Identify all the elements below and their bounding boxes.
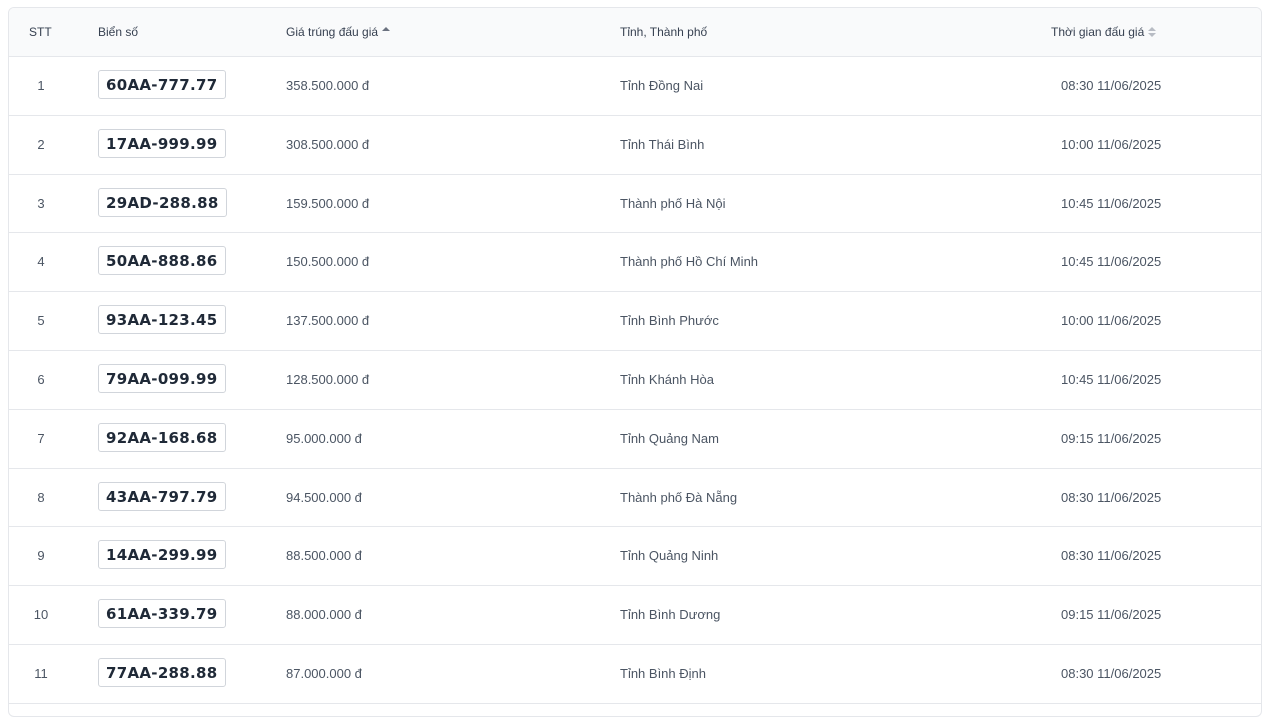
- auction-results-table: STT Biển số Giá trúng đấu giá Tỉnh, Thàn…: [8, 7, 1262, 717]
- license-plate-badge: 79AA-099.99: [98, 363, 226, 393]
- cell-province: Tỉnh Thái Bình: [620, 136, 705, 152]
- table-header: STT Biển số Giá trúng đấu giá Tỉnh, Thàn…: [9, 8, 1261, 57]
- cell-plate: 43AA-797.79: [98, 481, 226, 511]
- cell-price: 159.500.000 đ: [286, 195, 370, 211]
- cell-stt: 10: [33, 607, 49, 623]
- cell-time: 08:30 11/06/2025: [1061, 665, 1162, 681]
- cell-time: 10:00 11/06/2025: [1061, 136, 1162, 152]
- cell-price: 94.500.000 đ: [286, 489, 362, 505]
- sort-ascending-icon: [382, 26, 391, 38]
- cell-time: 09:15 11/06/2025: [1061, 430, 1162, 446]
- cell-price: 88.000.000 đ: [286, 607, 362, 623]
- sort-unsorted-icon: [1148, 26, 1157, 38]
- cell-stt: 11: [34, 665, 48, 681]
- cell-province: Tỉnh Quảng Nam: [620, 430, 719, 446]
- license-plate-badge: 17AA-999.99: [98, 128, 226, 158]
- cell-time: 08:30 11/06/2025: [1061, 548, 1162, 564]
- cell-plate: 77AA-288.88: [98, 657, 226, 687]
- header-price-sortable[interactable]: Giá trúng đấu giá: [286, 8, 391, 56]
- table-body: 1 60AA-777.77 358.500.000 đ Tỉnh Đồng Nai 08…: [9, 57, 1261, 704]
- cell-price: 128.500.000 đ: [286, 371, 370, 387]
- cell-time: 09:15 11/06/2025: [1061, 607, 1162, 623]
- cell-stt: 5: [37, 313, 45, 329]
- cell-stt: 7: [37, 430, 45, 446]
- cell-price: 358.500.000 đ: [286, 78, 370, 93]
- cell-province: Thành phố Hà Nội: [620, 195, 726, 211]
- cell-province: Thành phố Hồ Chí Minh: [620, 254, 759, 270]
- cell-price: 137.500.000 đ: [286, 313, 370, 329]
- cell-plate: 93AA-123.45: [98, 305, 226, 335]
- cell-province: Tỉnh Bình Định: [620, 665, 706, 681]
- cell-province: Tỉnh Quảng Ninh: [620, 548, 719, 564]
- cell-time: 10:45 11/06/2025: [1061, 371, 1162, 387]
- cell-time: 10:45 11/06/2025: [1061, 254, 1162, 270]
- cell-plate: 79AA-099.99: [98, 363, 226, 393]
- cell-time: 10:00 11/06/2025: [1061, 313, 1162, 329]
- cell-province: Tỉnh Đồng Nai: [620, 78, 704, 93]
- cell-stt: 8: [37, 489, 45, 505]
- table-row: 2 17AA-999.99 308.500.000 đ Tỉnh Thái Bình 1…: [9, 116, 1261, 175]
- cell-stt: 4: [37, 254, 45, 270]
- license-plate-badge: 50AA-888.86: [98, 246, 226, 276]
- cell-plate: 50AA-888.86: [98, 246, 226, 276]
- table-row: 4 50AA-888.86 150.500.000 đ Thành phố Hồ Ch…: [9, 233, 1261, 293]
- cell-stt: 3: [37, 195, 45, 211]
- table-row: 5 93AA-123.45 137.500.000 đ Tỉnh Bình Phước…: [9, 292, 1261, 351]
- table-row: 6 79AA-099.99 128.500.000 đ Tỉnh Khánh Hòa 1…: [9, 351, 1261, 410]
- license-plate-badge: 93AA-123.45: [98, 305, 226, 335]
- header-province: Tỉnh, Thành phố: [620, 25, 708, 39]
- cell-plate: 92AA-168.68: [98, 422, 226, 452]
- cell-stt: 2: [37, 136, 45, 152]
- header-stt: STT: [29, 25, 52, 39]
- header-plate: Biển số: [98, 25, 139, 39]
- cell-time: 08:30 11/06/2025: [1061, 489, 1162, 505]
- cell-price: 95.000.000 đ: [286, 430, 362, 446]
- table-row: 11 77AA-288.88 87.000.000 đ Tỉnh Bình Định 0…: [9, 645, 1261, 704]
- cell-price: 308.500.000 đ: [286, 136, 370, 152]
- license-plate-badge: 92AA-168.68: [98, 422, 226, 452]
- cell-province: Tỉnh Bình Phước: [620, 313, 719, 329]
- table-row: 10 61AA-339.79 88.000.000 đ Tỉnh Bình Dương…: [9, 586, 1261, 645]
- cell-province: Tỉnh Khánh Hòa: [620, 371, 714, 387]
- cell-province: Thành phố Đà Nẵng: [620, 489, 738, 505]
- license-plate-badge: 77AA-288.88: [98, 657, 226, 687]
- license-plate-badge: 60AA-777.77: [98, 70, 226, 99]
- cell-price: 88.500.000 đ: [286, 548, 362, 564]
- cell-price: 150.500.000 đ: [286, 254, 370, 270]
- cell-stt: 6: [37, 371, 45, 387]
- table-row: 7 92AA-168.68 95.000.000 đ Tỉnh Quảng Nam 09…: [9, 410, 1261, 469]
- table-row: 1 60AA-777.77 358.500.000 đ Tỉnh Đồng Nai 08…: [9, 57, 1261, 116]
- cell-plate: 60AA-777.77: [98, 70, 226, 99]
- table-row: 9 14AA-299.99 88.500.000 đ Tỉnh Quảng Ninh 0…: [9, 527, 1261, 587]
- cell-plate: 17AA-999.99: [98, 128, 226, 158]
- header-time-label: Thời gian đấu giá: [1051, 25, 1145, 39]
- cell-plate: 14AA-299.99: [98, 540, 226, 570]
- license-plate-badge: 29AD-288.88: [98, 187, 227, 217]
- license-plate-badge: 43AA-797.79: [98, 481, 226, 511]
- table-row: 8 43AA-797.79 94.500.000 đ Thành phố Đà Nẵn…: [9, 469, 1261, 528]
- header-time-sortable[interactable]: Thời gian đấu giá: [1051, 8, 1157, 56]
- cell-time: 08:30 11/06/2025: [1061, 78, 1162, 93]
- cell-province: Tỉnh Bình Dương: [620, 607, 721, 623]
- header-price-label: Giá trúng đấu giá: [286, 25, 379, 39]
- table-row: 3 29AD-288.88 159.500.000 đ Thành phố Hà Nộ…: [9, 175, 1261, 234]
- cell-stt: 1: [37, 78, 45, 93]
- cell-price: 87.000.000 đ: [286, 665, 362, 681]
- license-plate-badge: 14AA-299.99: [98, 540, 226, 570]
- cell-plate: 29AD-288.88: [98, 187, 227, 217]
- license-plate-badge: 61AA-339.79: [98, 599, 226, 629]
- cell-plate: 61AA-339.79: [98, 599, 226, 629]
- cell-stt: 9: [37, 548, 45, 564]
- cell-time: 10:45 11/06/2025: [1061, 195, 1162, 211]
